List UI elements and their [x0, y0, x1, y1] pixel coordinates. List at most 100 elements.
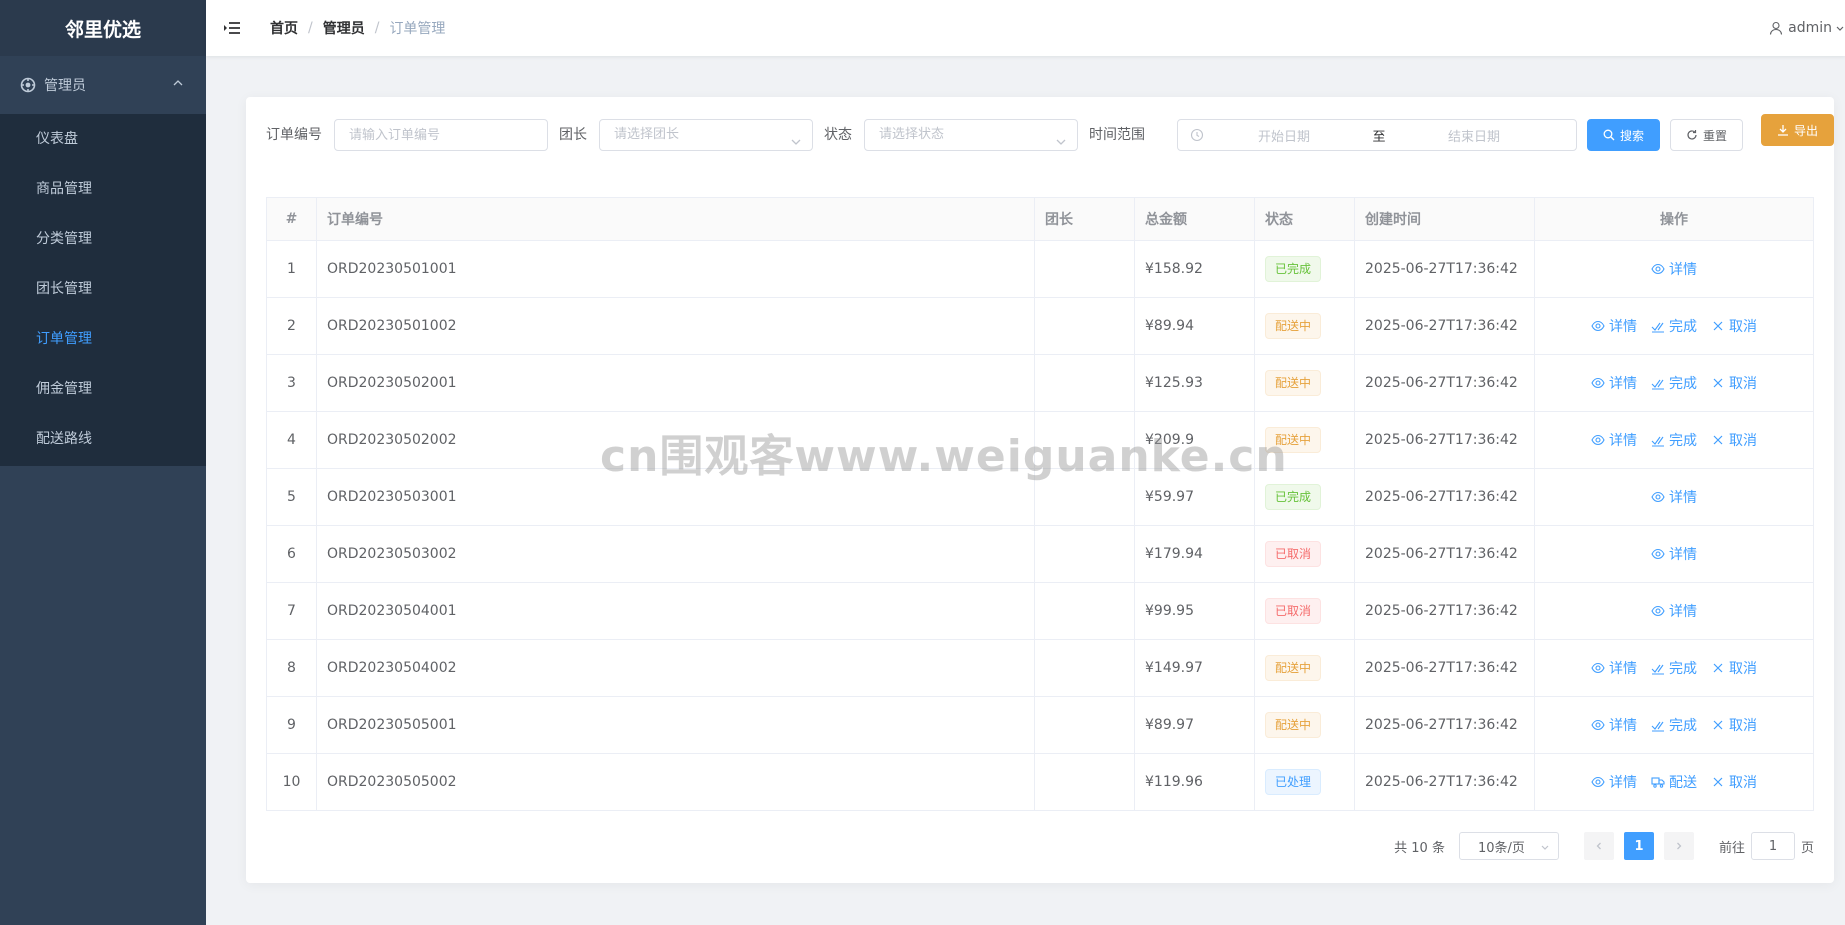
- search-button[interactable]: 搜索: [1587, 119, 1660, 151]
- sidebar-item-dashboard[interactable]: 仪表盘: [0, 114, 206, 164]
- sidebar: 邻里优选 管理员 仪表盘 商品管理 分类管理 团长管理 订单管理 佣金管理 配送…: [0, 0, 206, 925]
- cell-created: 2025-06-27T17:36:42: [1354, 753, 1535, 811]
- detail-action[interactable]: 详情: [1651, 259, 1697, 279]
- cancel-action[interactable]: 取消: [1711, 772, 1757, 792]
- detail-action[interactable]: 详情: [1651, 544, 1697, 564]
- leader-select[interactable]: 请选择团长: [599, 119, 813, 151]
- complete-action[interactable]: 完成: [1651, 430, 1697, 450]
- range-separator: 至: [1372, 129, 1386, 145]
- table-header-row: # 订单编号 团长 总金额 状态 创建时间 操作: [266, 197, 1814, 241]
- sidebar-item-leaders[interactable]: 团长管理: [0, 264, 206, 314]
- cell-actions: 详情: [1534, 582, 1814, 640]
- sidebar-item-routes[interactable]: 配送路线: [0, 414, 206, 464]
- start-date-input[interactable]: 开始日期: [1204, 126, 1364, 145]
- cell-order-no: ORD20230504002: [316, 639, 1035, 697]
- page-size-select[interactable]: 10条/页: [1458, 832, 1559, 860]
- sidebar-group-admin[interactable]: 管理员: [0, 56, 206, 114]
- cell-actions: 详情: [1534, 468, 1814, 526]
- complete-action[interactable]: 完成: [1651, 316, 1697, 336]
- cancel-action-label: 取消: [1729, 375, 1757, 392]
- prev-page-button[interactable]: [1583, 832, 1614, 860]
- deliver-action[interactable]: 配送: [1651, 772, 1697, 792]
- cancel-action[interactable]: 取消: [1711, 658, 1757, 678]
- breadcrumb-home[interactable]: 首页: [270, 18, 298, 38]
- table-row: 6 ORD20230503002 ¥179.94 已取消 2025-06-27T17:3…: [266, 525, 1814, 583]
- eye-icon: [1591, 433, 1605, 447]
- cell-order-no: ORD20230505001: [316, 696, 1035, 754]
- cell-index: 5: [266, 468, 317, 526]
- status-select[interactable]: 请选择状态: [864, 119, 1078, 151]
- reset-button[interactable]: 重置: [1670, 119, 1743, 151]
- complete-action[interactable]: 完成: [1651, 373, 1697, 393]
- cell-created: 2025-06-27T17:36:42: [1354, 639, 1535, 697]
- cell-index: 8: [266, 639, 317, 697]
- table-body: 1 ORD20230501001 ¥158.92 已完成 2025-06-27T17:3…: [266, 240, 1814, 811]
- chevron-right-icon: [1674, 841, 1684, 851]
- status-badge: 已取消: [1265, 598, 1322, 624]
- user-menu[interactable]: admin: [1769, 0, 1845, 56]
- complete-action-label: 完成: [1669, 660, 1697, 677]
- detail-action-label: 详情: [1669, 261, 1697, 278]
- cell-leader: [1034, 582, 1135, 640]
- cell-actions: 详情 完成 取消: [1534, 411, 1814, 469]
- status-badge: 已取消: [1265, 541, 1322, 567]
- detail-action[interactable]: 详情: [1651, 601, 1697, 621]
- sidebar-item-orders[interactable]: 订单管理: [0, 314, 206, 364]
- order-no-input[interactable]: [334, 119, 548, 151]
- chevron-up-icon: [172, 77, 184, 89]
- username: admin: [1788, 20, 1832, 36]
- breadcrumb-admin[interactable]: 管理员: [323, 18, 365, 38]
- detail-action[interactable]: 详情: [1591, 658, 1637, 678]
- sidebar-item-categories[interactable]: 分类管理: [0, 214, 206, 264]
- cancel-action[interactable]: 取消: [1711, 715, 1757, 735]
- eye-icon: [1591, 661, 1605, 675]
- col-actions: 操作: [1534, 197, 1814, 241]
- next-page-button[interactable]: [1663, 832, 1694, 860]
- complete-action-label: 完成: [1669, 717, 1697, 734]
- status-select-placeholder: 请选择状态: [879, 127, 945, 142]
- page-button-1[interactable]: 1: [1623, 832, 1654, 860]
- complete-action-label: 完成: [1669, 432, 1697, 449]
- table-row: 1 ORD20230501001 ¥158.92 已完成 2025-06-27T17:3…: [266, 240, 1814, 298]
- check-icon: [1651, 661, 1665, 675]
- hamburger-icon[interactable]: [222, 18, 242, 38]
- eye-icon: [1591, 319, 1605, 333]
- detail-action[interactable]: 详情: [1591, 430, 1637, 450]
- cell-index: 1: [266, 240, 317, 298]
- detail-action[interactable]: 详情: [1591, 316, 1637, 336]
- cell-status: 已取消: [1254, 525, 1355, 583]
- complete-action[interactable]: 完成: [1651, 658, 1697, 678]
- leader-select-placeholder: 请选择团长: [614, 127, 680, 142]
- cell-created: 2025-06-27T17:36:42: [1354, 525, 1535, 583]
- detail-action-label: 详情: [1609, 318, 1637, 335]
- date-range-picker[interactable]: 开始日期 至 结束日期: [1177, 119, 1577, 151]
- cancel-action[interactable]: 取消: [1711, 373, 1757, 393]
- export-button[interactable]: 导出: [1761, 114, 1834, 146]
- detail-action[interactable]: 详情: [1651, 487, 1697, 507]
- detail-action[interactable]: 详情: [1591, 373, 1637, 393]
- complete-action[interactable]: 完成: [1651, 715, 1697, 735]
- close-icon: [1711, 718, 1725, 732]
- cell-index: 9: [266, 696, 317, 754]
- detail-action-label: 详情: [1609, 717, 1637, 734]
- app-logo: 邻里优选: [0, 0, 206, 56]
- goto-page-input[interactable]: [1750, 832, 1795, 860]
- chevron-down-icon: [1055, 130, 1067, 145]
- end-date-input[interactable]: 结束日期: [1394, 126, 1554, 145]
- chevron-down-icon: [1540, 841, 1550, 851]
- sidebar-item-products[interactable]: 商品管理: [0, 164, 206, 214]
- sidebar-item-commission[interactable]: 佣金管理: [0, 364, 206, 414]
- detail-action[interactable]: 详情: [1591, 715, 1637, 735]
- watermark-text: cn围观客www.weiguanke.cn: [600, 431, 1288, 482]
- sidebar-group-label: 管理员: [44, 78, 86, 94]
- goto-suffix: 页: [1800, 840, 1814, 856]
- cell-leader: [1034, 297, 1135, 355]
- cancel-action[interactable]: 取消: [1711, 316, 1757, 336]
- chevron-down-icon: [790, 130, 802, 145]
- detail-action[interactable]: 详情: [1591, 772, 1637, 792]
- detail-action-label: 详情: [1669, 489, 1697, 506]
- status-badge: 配送中: [1265, 313, 1322, 339]
- cancel-action[interactable]: 取消: [1711, 430, 1757, 450]
- cell-amount: ¥179.94: [1134, 525, 1255, 583]
- detail-action-label: 详情: [1609, 432, 1637, 449]
